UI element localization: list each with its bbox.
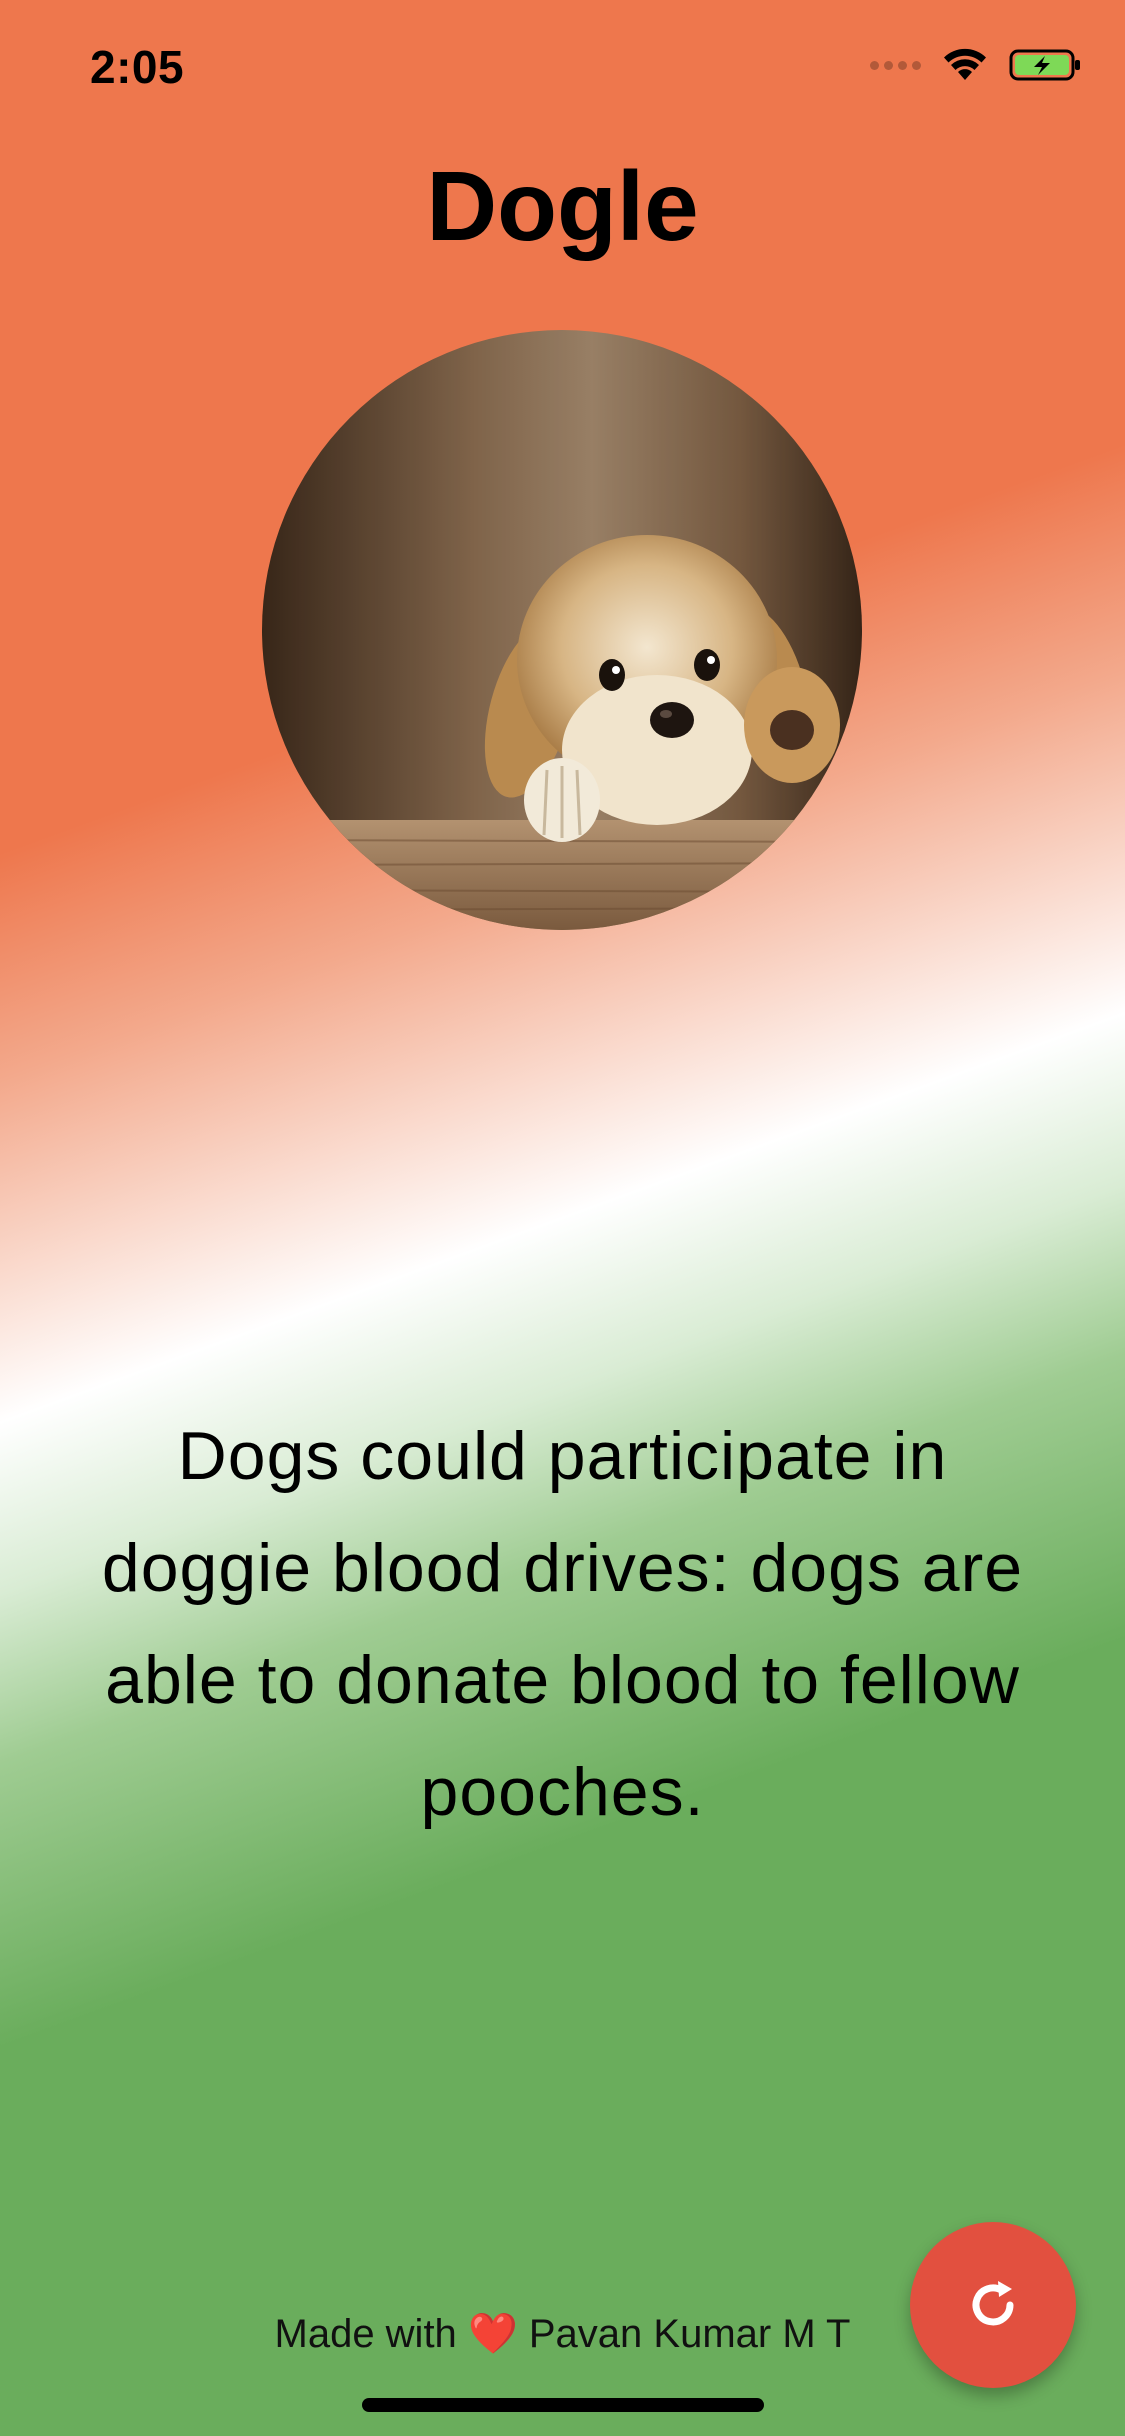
refresh-button[interactable] (910, 2222, 1076, 2388)
heart-icon: ❤️ (467, 2312, 518, 2356)
wifi-icon (944, 48, 986, 80)
dog-image (262, 330, 862, 930)
status-icons (870, 48, 1083, 82)
credit-prefix: Made with (274, 2312, 457, 2356)
app-title: Dogle (426, 151, 699, 261)
dog-fact-text: Dogs could participate in doggie blood d… (101, 1418, 1024, 1830)
status-time: 2:05 (90, 41, 185, 93)
battery-charging-icon (1009, 49, 1080, 81)
home-indicator[interactable] (362, 2398, 764, 2412)
signal-icon (870, 60, 921, 70)
status-bar: 2:05 (0, 0, 1125, 140)
puppy-photo-icon (262, 330, 862, 930)
credit-author: Pavan Kumar M T (528, 2312, 851, 2356)
refresh-icon (972, 2281, 1014, 2326)
